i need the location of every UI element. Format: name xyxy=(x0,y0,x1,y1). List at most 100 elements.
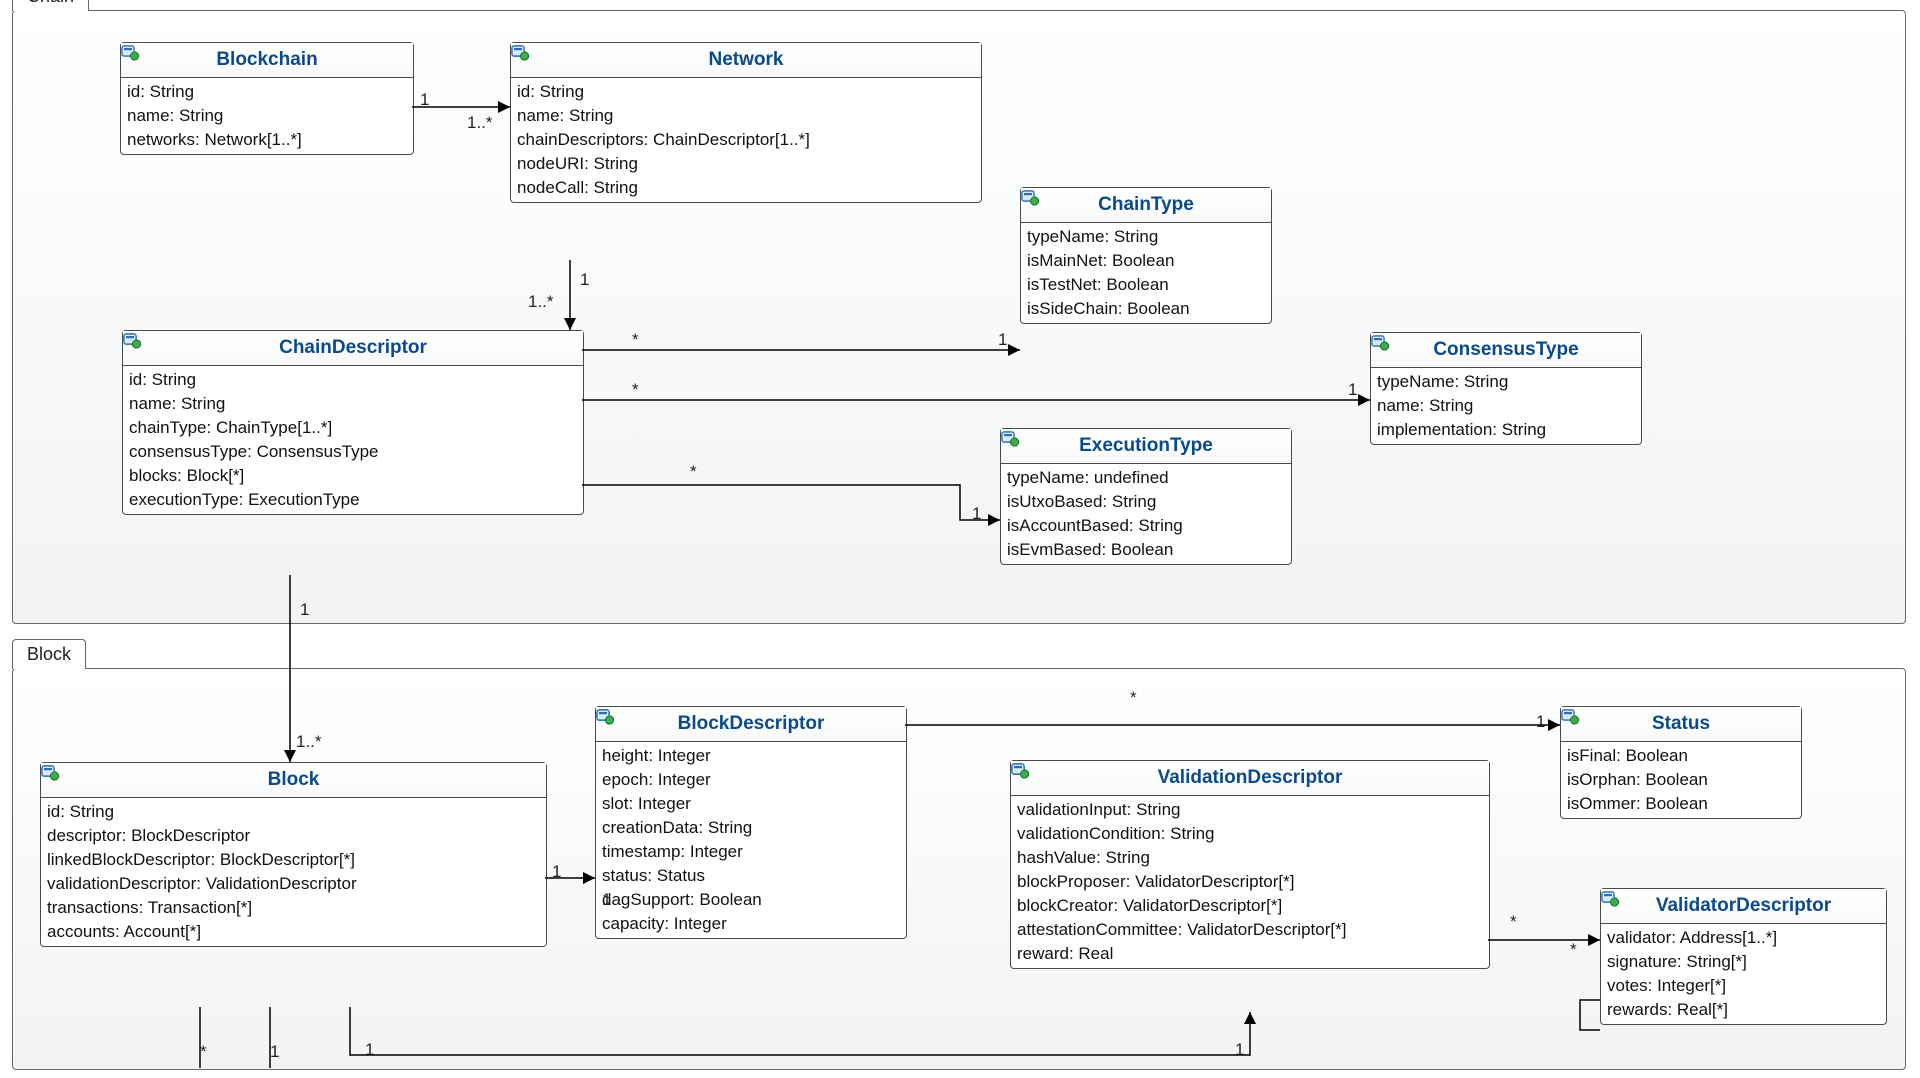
attribute-text: height: Integer xyxy=(602,746,711,766)
class-blockdescriptor[interactable]: BlockDescriptor height: Integerepoch: In… xyxy=(595,706,907,939)
class-attribute: isFinal: Boolean xyxy=(1561,744,1801,768)
class-validationdescriptor[interactable]: ValidationDescriptor validationInput: St… xyxy=(1010,760,1490,969)
class-attribute: validationInput: String xyxy=(1011,798,1489,822)
mult-label: * xyxy=(632,380,639,400)
mult-label: 1..* xyxy=(296,732,322,752)
attribute-text: id: String xyxy=(517,82,584,102)
class-body: typeName: StringisMainNet: BooleanisTest… xyxy=(1021,223,1271,323)
class-block[interactable]: Block id: String descriptor: BlockDescrip… xyxy=(40,762,547,947)
attribute-text: transactions: Transaction[*] xyxy=(47,898,252,918)
attribute-text: consensusType: ConsensusType xyxy=(129,442,378,462)
class-body: id: Stringname: StringchainType: ChainTy… xyxy=(123,366,583,514)
mult-label: 1 xyxy=(365,1040,374,1060)
class-body: isFinal: BooleanisOrphan: Boolean isOmmer… xyxy=(1561,742,1801,818)
class-attribute: votes: Integer[*] xyxy=(1601,974,1886,998)
attribute-text: typeName: undefined xyxy=(1007,468,1169,488)
class-attribute: id: String xyxy=(121,80,413,104)
attribute-text: typeName: String xyxy=(1377,372,1508,392)
attribute-text: implementation: String xyxy=(1377,420,1546,440)
class-attribute: reward: Real xyxy=(1011,942,1489,966)
attribute-text: reward: Real xyxy=(1017,944,1113,964)
attribute-text: descriptor: BlockDescriptor xyxy=(47,826,250,846)
class-attribute: name: String xyxy=(511,104,981,128)
class-attribute: blockCreator: ValidatorDescriptor[*] xyxy=(1011,894,1489,918)
class-body: height: Integerepoch: Integerslot: Integ… xyxy=(596,742,906,938)
class-attribute: rewards: Real[*] xyxy=(1601,998,1886,1022)
class-chaintype[interactable]: ChainType typeName: StringisMainNet: Boo… xyxy=(1020,187,1272,324)
class-attribute: chainType: ChainType[1..*] xyxy=(123,416,583,440)
mult-label: 1 xyxy=(998,330,1007,350)
class-consensustype[interactable]: ConsensusType typeName: Stringname: Stri… xyxy=(1370,332,1642,445)
package-chain-tab: Chain xyxy=(12,0,89,11)
attribute-text: isOmmer: Boolean xyxy=(1567,794,1708,814)
mult-label: 1 xyxy=(300,600,309,620)
attribute-text: signature: String[*] xyxy=(1607,952,1747,972)
mult-label: 1 xyxy=(420,90,429,110)
class-validatordescriptor[interactable]: ValidatorDescriptor validator: Address[1… xyxy=(1600,888,1887,1025)
attribute-text: name: String xyxy=(127,106,223,126)
class-attribute: slot: Integer xyxy=(596,792,906,816)
mult-label: * xyxy=(200,1042,207,1062)
class-network[interactable]: Network id: Stringname: StringchainDescr… xyxy=(510,42,982,203)
class-title: ChainDescriptor xyxy=(123,331,583,366)
attribute-text: creationData: String xyxy=(602,818,752,838)
attribute-text: networks: Network[1..*] xyxy=(127,130,302,150)
class-attribute: networks: Network[1..*] xyxy=(121,128,413,152)
class-attribute: nodeURI: String xyxy=(511,152,981,176)
class-body: id: Stringname: String networks: Network[… xyxy=(121,78,413,154)
class-attribute: chainDescriptors: ChainDescriptor[1..*] xyxy=(511,128,981,152)
class-title: ChainType xyxy=(1021,188,1271,223)
attribute-text: isSideChain: Boolean xyxy=(1027,299,1190,319)
attribute-text: capacity: Integer xyxy=(602,914,727,934)
mult-label: 1 xyxy=(270,1042,279,1062)
class-attribute: isOrphan: Boolean xyxy=(1561,768,1801,792)
attribute-text: isAccountBased: String xyxy=(1007,516,1183,536)
class-attribute: creationData: String xyxy=(596,816,906,840)
class-attribute: typeName: String xyxy=(1021,225,1271,249)
class-attribute: blocks: Block[*] xyxy=(123,464,583,488)
mult-label: 1 xyxy=(580,270,589,290)
attribute-text: executionType: ExecutionType xyxy=(129,490,360,510)
class-attribute: hashValue: String xyxy=(1011,846,1489,870)
class-attribute: consensusType: ConsensusType xyxy=(123,440,583,464)
class-attribute: name: String xyxy=(121,104,413,128)
class-attribute: timestamp: Integer xyxy=(596,840,906,864)
class-title: Block xyxy=(41,763,546,798)
class-title: ExecutionType xyxy=(1001,429,1291,464)
attribute-text: isOrphan: Boolean xyxy=(1567,770,1708,790)
class-attribute: attestationCommittee: ValidatorDescripto… xyxy=(1011,918,1489,942)
mult-label: * xyxy=(690,462,697,482)
class-attribute: validationCondition: String xyxy=(1011,822,1489,846)
class-attribute: name: String xyxy=(123,392,583,416)
class-attribute: isAccountBased: String xyxy=(1001,514,1291,538)
attribute-text: name: String xyxy=(517,106,613,126)
mult-label: 1..* xyxy=(528,292,554,312)
class-blockchain[interactable]: Blockchain id: Stringname: Stringnetwork… xyxy=(120,42,414,155)
attribute-text: chainDescriptors: ChainDescriptor[1..*] xyxy=(517,130,810,150)
class-attribute: isEvmBased: Boolean xyxy=(1001,538,1291,562)
attribute-text: name: String xyxy=(1377,396,1473,416)
class-attribute: implementation: String xyxy=(1371,418,1641,442)
class-body: validator: Address[1..*] signature: Strin… xyxy=(1601,924,1886,1024)
class-attribute: dagSupport: Boolean xyxy=(596,888,906,912)
class-attribute: typeName: String xyxy=(1371,370,1641,394)
attribute-text: id: String xyxy=(47,802,114,822)
class-body: typeName: String name: String implementati… xyxy=(1371,368,1641,444)
attribute-text: isMainNet: Boolean xyxy=(1027,251,1174,271)
class-title: Status xyxy=(1561,707,1801,742)
class-body: validationInput: StringvalidationConditi… xyxy=(1011,796,1489,968)
package-block-tab: Block xyxy=(12,639,86,669)
class-status[interactable]: Status isFinal: BooleanisOrphan: Boolean… xyxy=(1560,706,1802,819)
attribute-text: id: String xyxy=(129,370,196,390)
attribute-text: validationDescriptor: ValidationDescript… xyxy=(47,874,357,894)
attribute-text: validator: Address[1..*] xyxy=(1607,928,1777,948)
mult-label: * xyxy=(632,330,639,350)
mult-label: * xyxy=(1510,912,1517,932)
class-attribute: transactions: Transaction[*] xyxy=(41,896,546,920)
attribute-text: hashValue: String xyxy=(1017,848,1150,868)
class-attribute: isOmmer: Boolean xyxy=(1561,792,1801,816)
attribute-text: chainType: ChainType[1..*] xyxy=(129,418,332,438)
mult-label: 1 xyxy=(1348,380,1357,400)
class-chaindescriptor[interactable]: ChainDescriptor id: Stringname: Stringch… xyxy=(122,330,584,515)
class-executiontype[interactable]: ExecutionType typeName: undefinedisUtxoB… xyxy=(1000,428,1292,565)
